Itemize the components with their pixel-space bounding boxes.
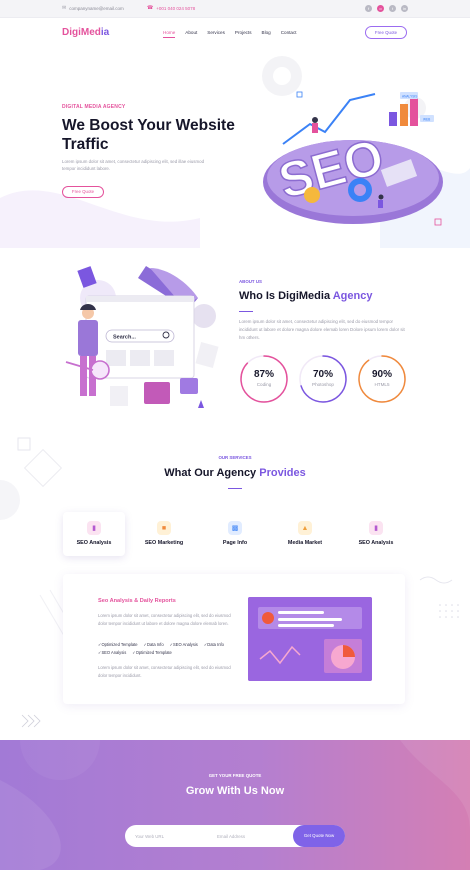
page-icon: ▩ [228,521,242,535]
services-title-main: What Our Agency [164,467,260,479]
phone-text: +001 040 024 5078 [156,5,196,11]
nav-item-projects[interactable]: Projects [235,30,252,38]
about-title: Who Is DigiMedia Agency [239,290,372,302]
service-detail-card: Seo Analysis & Daily Reports Lorem ipsum… [63,574,405,704]
services-tag: OUR SERVICES [218,455,252,460]
feature-item: Data Info [204,642,224,647]
about-description: Lorem ipsum dolor sit amet, consectetur … [239,319,405,340]
cta-tag: GET YOUR FREE QUOTE [208,773,262,778]
stat-label: HTML5 [374,382,390,387]
service-label: SEO Analysis [76,540,112,546]
hero-title: We Boost Your Website Traffic [62,117,235,153]
seo-illustration: SEO ANALYSIS WEB [263,91,443,226]
facebook-icon[interactable]: f [365,5,372,12]
mail-icon: ✉ [62,5,67,11]
phone-contact[interactable]: ☎ +001 040 024 5078 [147,5,195,11]
cta-section: GET YOUR FREE QUOTE Grow With Us Now Get… [0,740,470,870]
stat-html5: 90% HTML5 [357,354,407,404]
nav-item-blog[interactable]: Blog [262,30,271,38]
twitter-icon[interactable]: t [389,5,396,12]
service-label: Media Market [287,540,323,546]
detail-description: Lorem ipsum dolor sit amet, consectetur … [98,613,231,626]
services-divider [228,488,242,489]
stat-value: 87% [253,369,274,380]
chart-icon: ▮ [369,521,383,535]
quote-form: Get Quote Now [125,825,345,847]
phone-icon: ☎ [147,5,154,11]
service-label: Page Info [222,540,248,546]
feature-checklist: Optimized Template Data Info SEO Analysi… [98,642,238,655]
media-icon: ▲ [298,521,312,535]
about-tag: ABOUT US [239,279,262,284]
instagram-icon[interactable]: o [377,5,384,12]
nav-item-home[interactable]: Home [163,30,176,38]
hero-description: Lorem ipsum dolor sit amet, consectetur … [62,159,205,171]
hero-tag: DIGITAL MEDIA AGENCY [62,104,126,110]
stat-coding: 87% Coding [239,354,289,404]
web-tag: WEB [423,118,430,122]
email-text: companyname@email.com [69,5,124,11]
stat-label: Coding [256,382,272,387]
report-illustration [248,597,372,681]
feature-item: SEO Analysis [170,642,198,647]
nav-menu: Home About Services Projects Blog Contac… [163,30,297,38]
nav-item-about[interactable]: About [185,30,197,38]
stat-value: 70% [312,369,333,380]
marketing-icon: ■ [157,521,171,535]
service-tab-seo-analysis[interactable]: ▮ SEO Analysis [63,512,125,556]
email-contact[interactable]: ✉ companyname@email.com [62,5,124,11]
service-label: SEO Marketing [144,540,184,546]
top-bar: ✉ companyname@email.com ☎ +001 040 024 5… [0,0,470,18]
feature-item: SEO Analysis [98,650,126,655]
stat-photoshop: 70% Photoshop [298,354,348,404]
stat-value: 90% [371,369,392,380]
service-label: SEO Analysis [358,540,394,546]
feature-item: Optimized Template [98,642,137,647]
free-quote-button[interactable]: Free Quote [365,26,407,39]
service-tab-seo-marketing[interactable]: ■ SEO Marketing [133,512,195,556]
cta-background [0,740,470,870]
feature-item: Optimized Template [132,650,172,655]
detail-title: Seo Analysis & Daily Reports [98,598,176,604]
analysis-tag: ANALYSIS [402,95,417,99]
main-nav: DigiMedia Home About Services Projects B… [0,18,470,48]
detail-description-2: Lorem ipsum dolor sit amet, consectetur … [98,665,231,678]
services-title: What Our Agency Provides [0,467,470,479]
service-tab-seo-analysis-2[interactable]: ▮ SEO Analysis [345,512,407,556]
stat-label: Photoshop [312,382,334,387]
linkedin-icon[interactable]: in [401,5,408,12]
nav-item-services[interactable]: Services [207,30,225,38]
service-tab-page-info[interactable]: ▩ Page Info [204,512,266,556]
about-illustration: Search... [65,266,219,408]
search-illustration-label: Search... [113,335,136,341]
feature-item: Data Info [144,642,164,647]
cta-title: Grow With Us Now [185,785,285,797]
services-title-accent: Provides [259,467,306,479]
nav-item-contact[interactable]: Contact [281,30,297,38]
email-input[interactable] [217,825,291,847]
hero-quote-button[interactable]: Free Quote [62,186,104,198]
social-links: f o t in [365,5,408,12]
chart-icon: ▮ [87,521,101,535]
about-title-accent: Agency [332,290,373,302]
about-title-main: Who Is DigiMedia [239,290,333,302]
about-divider [239,311,253,312]
get-quote-button[interactable]: Get Quote Now [293,825,345,847]
service-tab-media-market[interactable]: ▲ Media Market [274,512,336,556]
logo[interactable]: DigiMedia [62,27,109,38]
web-url-input[interactable] [135,825,215,847]
